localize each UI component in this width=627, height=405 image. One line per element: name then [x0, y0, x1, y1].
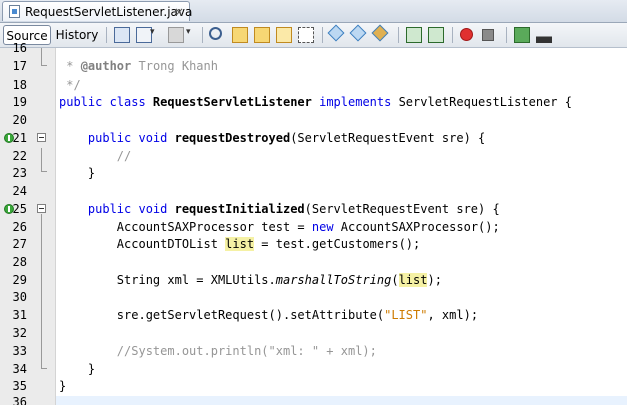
code-token: ( — [391, 273, 399, 287]
code-line-32: 32 — [0, 323, 627, 343]
code-line-30: 30 — [0, 287, 627, 307]
comment-text: Trong Khanh — [131, 59, 218, 73]
line-number: 30 — [12, 290, 27, 304]
line-number: 33 — [12, 344, 27, 358]
code-line-16: 16 — [0, 38, 627, 58]
code-line-27: 27 AccountDTOList list = test.getCustome… — [0, 234, 627, 254]
code-text: AccountDTOList list = test.getCustomers(… — [59, 234, 420, 254]
line-number: 23 — [12, 166, 27, 180]
javadoc-tag: @author — [80, 59, 132, 73]
method-name: requestInitialized — [174, 202, 305, 216]
line-number: 20 — [12, 113, 27, 127]
code-token: AccountSAXProcessor(); — [333, 220, 500, 234]
line-number: 32 — [12, 326, 27, 340]
keyword: public class — [59, 95, 153, 109]
code-text: * @author Trong Khanh — [59, 56, 218, 76]
code-token: AccountSAXProcessor test = — [59, 220, 312, 234]
class-name: RequestServletListener — [152, 95, 312, 109]
code-token: (ServletRequestEvent sre) { — [304, 202, 500, 216]
code-text: public void requestInitialized(ServletRe… — [59, 199, 500, 219]
comment-text: * — [59, 59, 81, 73]
code-token: ); — [427, 273, 442, 287]
code-line-25: 25 public void requestInitialized(Servle… — [0, 199, 627, 219]
static-method-name: marshallToString — [275, 273, 392, 287]
line-number: 31 — [12, 308, 27, 322]
line-number: 36 — [12, 395, 27, 405]
line-number: 16 — [12, 41, 27, 55]
keyword: implements — [311, 95, 399, 109]
code-line-31: 31 sre.getServletRequest().setAttribute(… — [0, 305, 627, 325]
comment-text: //System.out.println("xml: " + xml); — [59, 344, 377, 358]
line-number: 28 — [12, 255, 27, 269]
code-line-21: 21 public void requestDestroyed(ServletR… — [0, 128, 627, 148]
line-number: 19 — [12, 95, 27, 109]
code-token: String xml = XMLUtils. — [59, 273, 276, 287]
code-text: sre.getServletRequest().setAttribute("LI… — [59, 305, 478, 325]
line-number: 27 — [12, 237, 27, 251]
code-token: sre.getServletRequest().setAttribute( — [59, 308, 385, 322]
line-number: 21 — [12, 131, 27, 145]
highlighted-occurrence: list — [225, 237, 255, 251]
code-token: (ServletRequestEvent sre) { — [290, 131, 486, 145]
keyword: new — [311, 220, 334, 234]
code-text: public class RequestServletListener impl… — [59, 92, 572, 112]
code-line-23: 23 } — [0, 163, 627, 183]
method-name: requestDestroyed — [174, 131, 291, 145]
tab-bar-overlay — [0, 0, 627, 22]
fold-collapse-icon[interactable] — [37, 133, 46, 142]
code-token: , xml); — [427, 308, 479, 322]
code-text: public void requestDestroyed(ServletRequ… — [59, 128, 485, 148]
line-number: 25 — [12, 202, 27, 216]
highlighted-occurrence: list — [398, 273, 428, 287]
code-line-28: 28 — [0, 252, 627, 272]
string-literal: "LIST" — [384, 308, 428, 322]
code-line-17: 17 * @author Trong Khanh — [0, 56, 627, 76]
line-number: 24 — [12, 184, 27, 198]
fold-collapse-icon[interactable] — [37, 204, 46, 213]
code-line-24: 24 — [0, 181, 627, 201]
code-line-36: 36 — [0, 392, 627, 405]
code-line-19: 19 public class RequestServletListener i… — [0, 92, 627, 112]
code-line-33: 33 //System.out.println("xml: " + xml); — [0, 341, 627, 361]
keyword: public void — [59, 202, 175, 216]
code-line-20: 20 — [0, 110, 627, 130]
line-number: 17 — [12, 59, 27, 73]
keyword: public void — [59, 131, 175, 145]
code-text: } — [59, 166, 96, 180]
code-token: ServletRequestListener { — [398, 95, 572, 109]
code-token: AccountDTOList — [59, 237, 226, 251]
code-token: = test.getCustomers(); — [254, 237, 421, 251]
